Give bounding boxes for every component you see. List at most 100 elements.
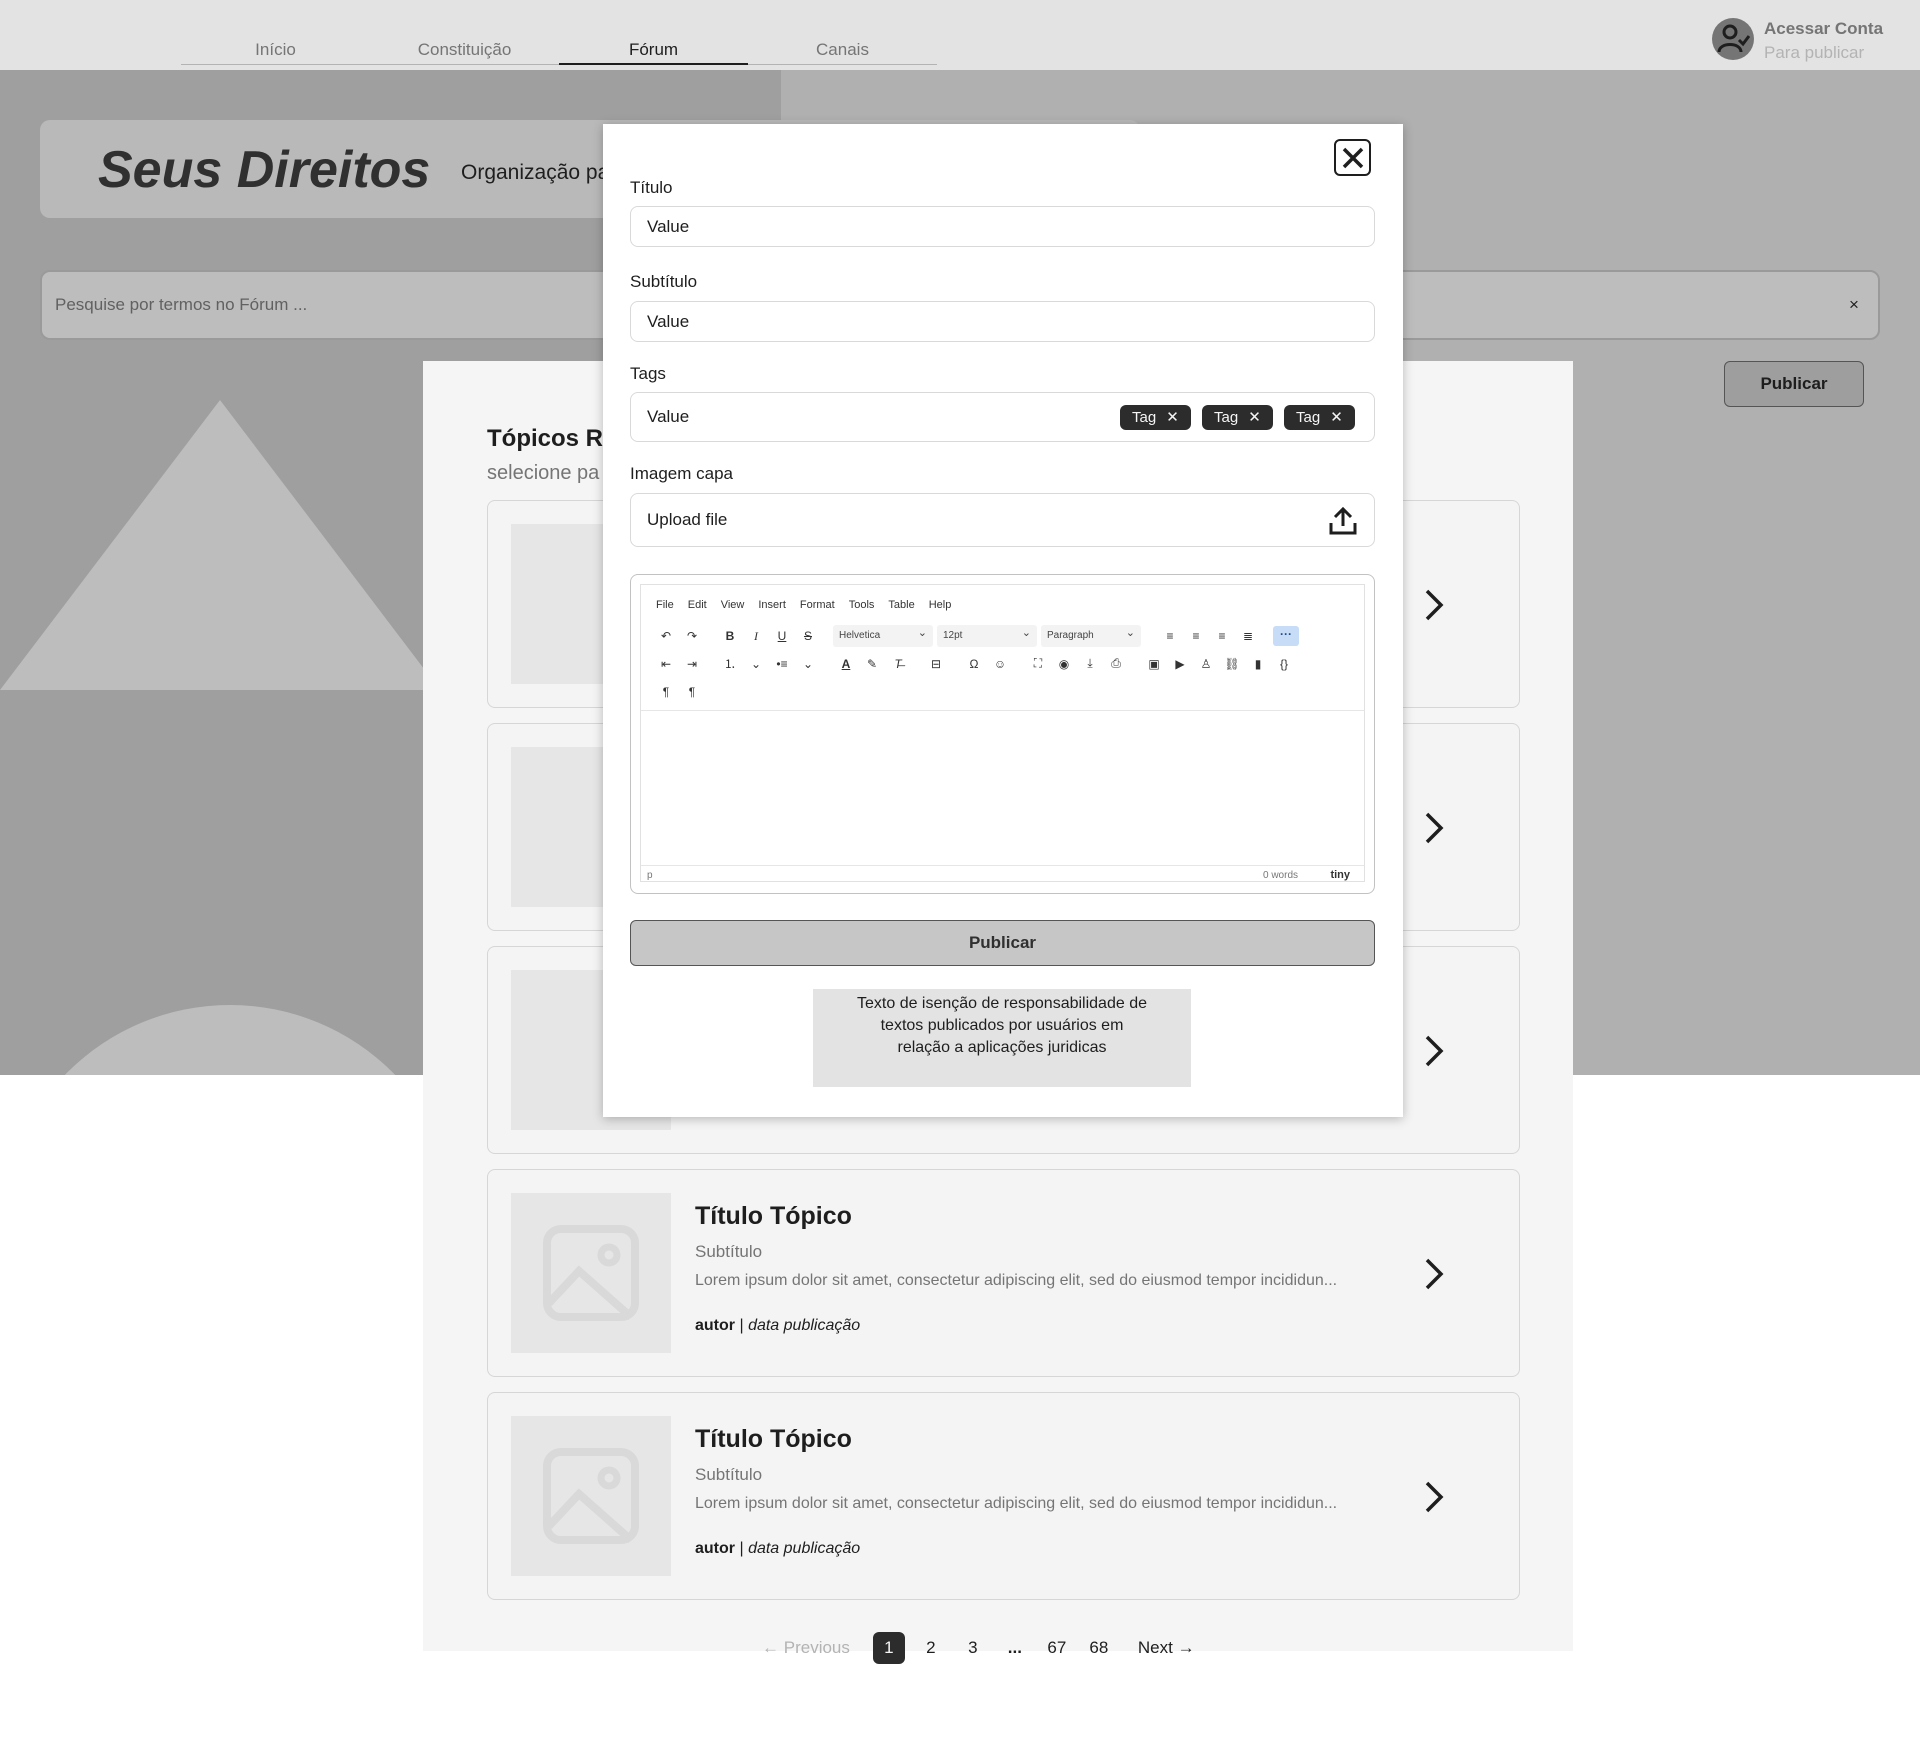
link-icon[interactable]: ⛓	[1219, 657, 1245, 671]
code-icon[interactable]: {}	[1271, 657, 1297, 671]
align-right-icon[interactable]: ≡	[1209, 629, 1235, 643]
nav-tabs: Início Constituição Fórum Canais	[181, 38, 937, 65]
tag-chip[interactable]: Tag ✕	[1120, 405, 1191, 430]
topic-image-placeholder	[511, 1193, 671, 1353]
page-ellipsis: ...	[1007, 1638, 1022, 1657]
align-center-icon[interactable]: ≡	[1183, 629, 1209, 643]
close-icon[interactable]: ✕	[1166, 409, 1179, 426]
pagination-previous[interactable]: ← Previous	[762, 1638, 850, 1658]
bold-icon[interactable]: B	[717, 629, 743, 643]
menu-tools[interactable]: Tools	[849, 599, 875, 611]
list-dropdown-icon[interactable]: ⌄	[795, 657, 821, 671]
account-button[interactable]: Acessar Conta Para publicar	[1712, 18, 1883, 66]
close-button[interactable]	[1334, 139, 1371, 176]
page-67[interactable]: 67	[1041, 1632, 1073, 1664]
indent-icon[interactable]: ⇥	[679, 657, 705, 671]
upload-label: Upload file	[647, 510, 728, 529]
tag-label: Tag	[1132, 409, 1157, 426]
image-icon[interactable]: ▣	[1141, 657, 1167, 671]
emoji-icon[interactable]: ☺	[987, 657, 1013, 671]
tab-inicio[interactable]: Início	[181, 38, 370, 65]
topic-card[interactable]: Título Tópico Subtítulo Lorem ipsum dolo…	[487, 1392, 1520, 1600]
menu-file[interactable]: File	[656, 599, 674, 611]
preview-icon[interactable]: ◉	[1051, 657, 1077, 671]
tags-field[interactable]: Value Tag ✕ Tag ✕ Tag ✕	[630, 392, 1375, 442]
outdent-icon[interactable]: ⇤	[653, 657, 679, 671]
tag-chip[interactable]: Tag ✕	[1202, 405, 1273, 430]
account-text: Acessar Conta Para publicar	[1764, 18, 1883, 66]
bookmark-icon[interactable]: ▮	[1245, 657, 1271, 671]
publish-button[interactable]: Publicar	[1724, 361, 1864, 407]
meta-separator: |	[739, 1317, 744, 1334]
undo-icon[interactable]: ↶	[653, 629, 679, 643]
page-1[interactable]: 1	[872, 1632, 905, 1664]
text-color-icon[interactable]: A	[833, 657, 859, 671]
menu-format[interactable]: Format	[800, 599, 835, 611]
topic-card[interactable]: Título Tópico Subtítulo Lorem ipsum dolo…	[487, 1169, 1520, 1377]
tiny-logo[interactable]: tiny	[1330, 869, 1350, 881]
tab-forum[interactable]: Fórum	[559, 38, 748, 65]
align-justify-icon[interactable]: ≣	[1235, 629, 1261, 643]
page-break-icon[interactable]: ⊟	[923, 657, 949, 671]
ltr-icon[interactable]: ¶	[653, 685, 679, 699]
editor-toolbar-row-3: ¶ ¶	[653, 685, 705, 699]
menu-insert[interactable]: Insert	[758, 599, 786, 611]
highlight-icon[interactable]: ✎	[859, 657, 885, 671]
page-2[interactable]: 2	[915, 1632, 947, 1664]
rtl-icon[interactable]: ¶	[679, 685, 705, 699]
search-clear-button[interactable]: ×	[1849, 295, 1859, 315]
page-3[interactable]: 3	[957, 1632, 989, 1664]
font-family-select[interactable]: Helvetica	[833, 622, 933, 647]
editor-frame: File Edit View Insert Format Tools Table…	[640, 584, 1365, 882]
toolbar-divider	[641, 710, 1364, 711]
title-field[interactable]: Value	[630, 206, 1375, 247]
forum-page: Seus Direitos Organização pa Pesquise po…	[0, 0, 1920, 1750]
font-size-select[interactable]: 12pt	[937, 622, 1037, 647]
image-placeholder-icon	[543, 1448, 639, 1544]
word-count: 0 words	[1262, 870, 1298, 881]
top-navigation: Início Constituição Fórum Canais Acessar…	[0, 0, 1920, 70]
strikethrough-icon[interactable]: S	[795, 629, 821, 643]
more-icon[interactable]: ···	[1273, 626, 1299, 646]
fullscreen-icon[interactable]: ⛶	[1025, 656, 1051, 671]
tab-canais[interactable]: Canais	[748, 38, 937, 65]
special-char-icon[interactable]: Ω	[961, 657, 987, 671]
image-placeholder-icon	[543, 1225, 639, 1321]
menu-view[interactable]: View	[721, 599, 745, 611]
close-icon[interactable]: ✕	[1330, 409, 1343, 426]
tab-constituicao[interactable]: Constituição	[370, 38, 559, 65]
modal-publish-button[interactable]: Publicar	[630, 920, 1375, 966]
align-left-icon[interactable]: ≡	[1157, 629, 1183, 643]
block-format-select[interactable]: Paragraph	[1041, 622, 1141, 647]
menu-edit[interactable]: Edit	[688, 599, 707, 611]
topic-title: Título Tópico	[695, 1202, 852, 1230]
pagination-next[interactable]: Next →	[1138, 1638, 1195, 1658]
tag-label: Tag	[1214, 409, 1239, 426]
list-dropdown-icon[interactable]: ⌄	[743, 657, 769, 671]
subtitle-field[interactable]: Value	[630, 301, 1375, 342]
close-icon	[1342, 147, 1364, 169]
page-68[interactable]: 68	[1083, 1632, 1115, 1664]
topics-subtitle: selecione pa	[487, 462, 600, 484]
stamp-icon[interactable]: ♙	[1193, 657, 1219, 671]
brand-tagline: Organização pa	[461, 161, 610, 184]
numbered-list-icon[interactable]: ⒈	[717, 655, 743, 672]
editor-content-area[interactable]	[641, 715, 1364, 855]
clear-format-icon[interactable]: T̶	[885, 657, 911, 671]
menu-help[interactable]: Help	[929, 599, 952, 611]
menu-table[interactable]: Table	[888, 599, 914, 611]
redo-icon[interactable]: ↷	[679, 629, 705, 643]
tag-label: Tag	[1296, 409, 1321, 426]
editor-menubar: File Edit View Insert Format Tools Table…	[656, 599, 965, 611]
chevron-right-icon	[1425, 589, 1444, 621]
tag-chip[interactable]: Tag ✕	[1284, 405, 1355, 430]
media-icon[interactable]: ▶	[1167, 657, 1193, 671]
disclaimer-text: Texto de isenção de responsabilidade de …	[813, 989, 1191, 1087]
underline-icon[interactable]: U	[769, 629, 795, 643]
upload-field[interactable]: Upload file	[630, 493, 1375, 547]
italic-icon[interactable]: I	[743, 629, 769, 644]
save-icon[interactable]: ⤓	[1077, 656, 1103, 671]
close-icon[interactable]: ✕	[1248, 409, 1261, 426]
bullet-list-icon[interactable]: •≡	[769, 657, 795, 671]
print-icon[interactable]: ⎙	[1103, 656, 1129, 671]
